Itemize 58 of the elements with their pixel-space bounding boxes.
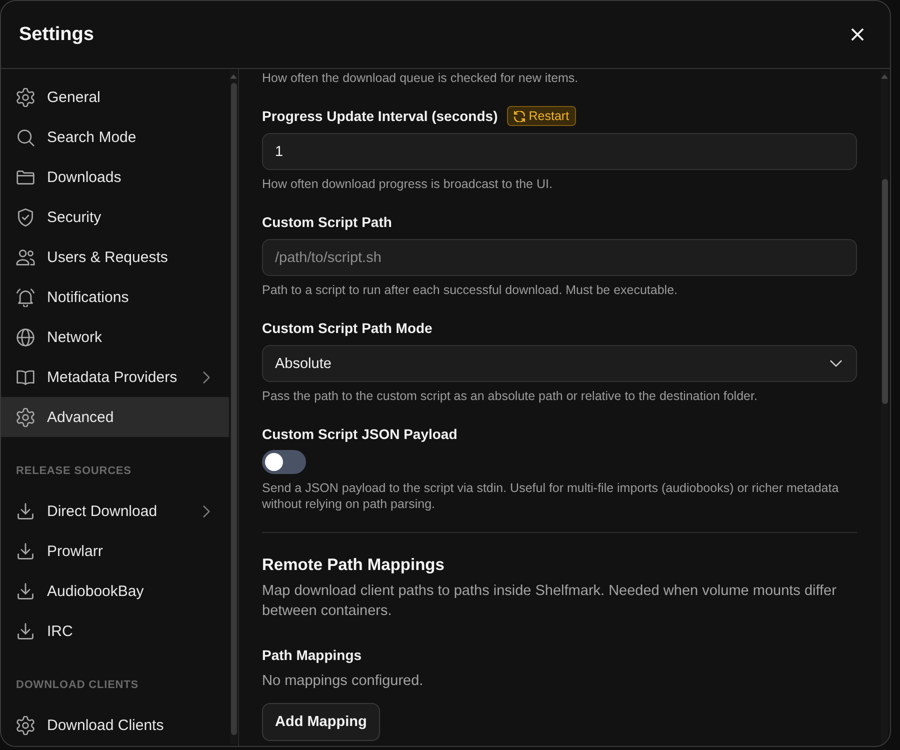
add-mapping-button[interactable]: Add Mapping (262, 703, 380, 741)
sidebar-item[interactable]: Search Mode (1, 117, 229, 157)
field-label: Custom Script Path Mode (262, 319, 432, 338)
sidebar-item[interactable]: AudiobookBay (1, 571, 229, 611)
scroll-up-icon[interactable] (881, 74, 888, 79)
sidebar-item[interactable]: Advanced (1, 397, 229, 437)
sidebar-item[interactable]: General (1, 77, 229, 117)
refresh-icon (514, 110, 525, 122)
help-text: How often the download queue is checked for new items. (262, 70, 580, 86)
help-text: Pass the path to the custom script as an absolute path or relative to the destination folder. (262, 388, 758, 404)
users-icon (16, 248, 35, 266)
sidebar-item[interactable]: Notifications (1, 277, 229, 317)
section-heading: RELEASE SOURCES (15, 464, 132, 479)
gear-icon (16, 88, 35, 106)
badge-label: Restart (528, 109, 570, 123)
sidebar-item[interactable]: Users & Requests (1, 237, 229, 277)
sidebar-item[interactable]: IRC (1, 611, 229, 651)
shield-check-icon (16, 208, 35, 226)
field-label: Custom Script JSON Payload (262, 425, 458, 444)
download-icon (16, 502, 35, 520)
sidebar-item[interactable]: Prowlarr (1, 531, 229, 571)
help-text: How often download progress is broadcast to the UI. (262, 176, 554, 192)
field-label: Path Mappings (262, 646, 363, 665)
select-field[interactable]: Absolute (262, 345, 857, 382)
gear-icon (16, 408, 35, 426)
toggle-switch[interactable] (262, 450, 306, 474)
field-label: Custom Script Path (262, 213, 392, 232)
download-icon (16, 542, 35, 560)
sidebar-item[interactable]: Network (1, 317, 229, 357)
text-input[interactable]: /path/to/script.sh (262, 239, 857, 276)
bell-icon (16, 288, 35, 306)
book-icon (16, 368, 35, 386)
dialog-title: Settings (19, 24, 94, 46)
field-label: Progress Update Interval (seconds) (262, 107, 498, 126)
scrollbar-thumb[interactable] (230, 83, 236, 735)
close-icon (851, 28, 864, 41)
section-heading: DOWNLOAD CLIENTS (15, 678, 140, 693)
folder-icon (16, 168, 35, 186)
globe-icon (16, 328, 35, 346)
download-icon (16, 622, 35, 640)
search-icon (16, 128, 35, 146)
section-description: Map download client paths to paths inside Shelfmark. Needed when volume mounts differ between containers. (262, 582, 838, 621)
help-text: Path to a script to run after each successful download. Must be executable. (262, 282, 679, 298)
toggle-knob (265, 453, 283, 471)
sidebar-item[interactable]: Download Clients (1, 705, 229, 745)
gear-icon (16, 716, 35, 734)
sidebar-item[interactable]: Downloads (1, 157, 229, 197)
scrollbar-thumb[interactable] (882, 179, 888, 404)
sidebar-item[interactable]: Direct Download (1, 491, 229, 531)
sidebar-item[interactable]: Security (1, 197, 229, 237)
chevron-down-icon (830, 360, 842, 367)
empty-state-text: No mappings configured. (262, 672, 424, 691)
download-icon (16, 582, 35, 600)
section-title: Remote Path Mappings (262, 555, 446, 576)
sidebar-item[interactable]: Metadata Providers (1, 357, 229, 397)
text-input[interactable]: 1 (262, 133, 857, 170)
scroll-up-icon[interactable] (230, 74, 237, 79)
help-text: Send a JSON payload to the script via stdin. Useful for multi-file imports (audiobooks) or richer metadata without relying on path parsing. (262, 480, 840, 512)
